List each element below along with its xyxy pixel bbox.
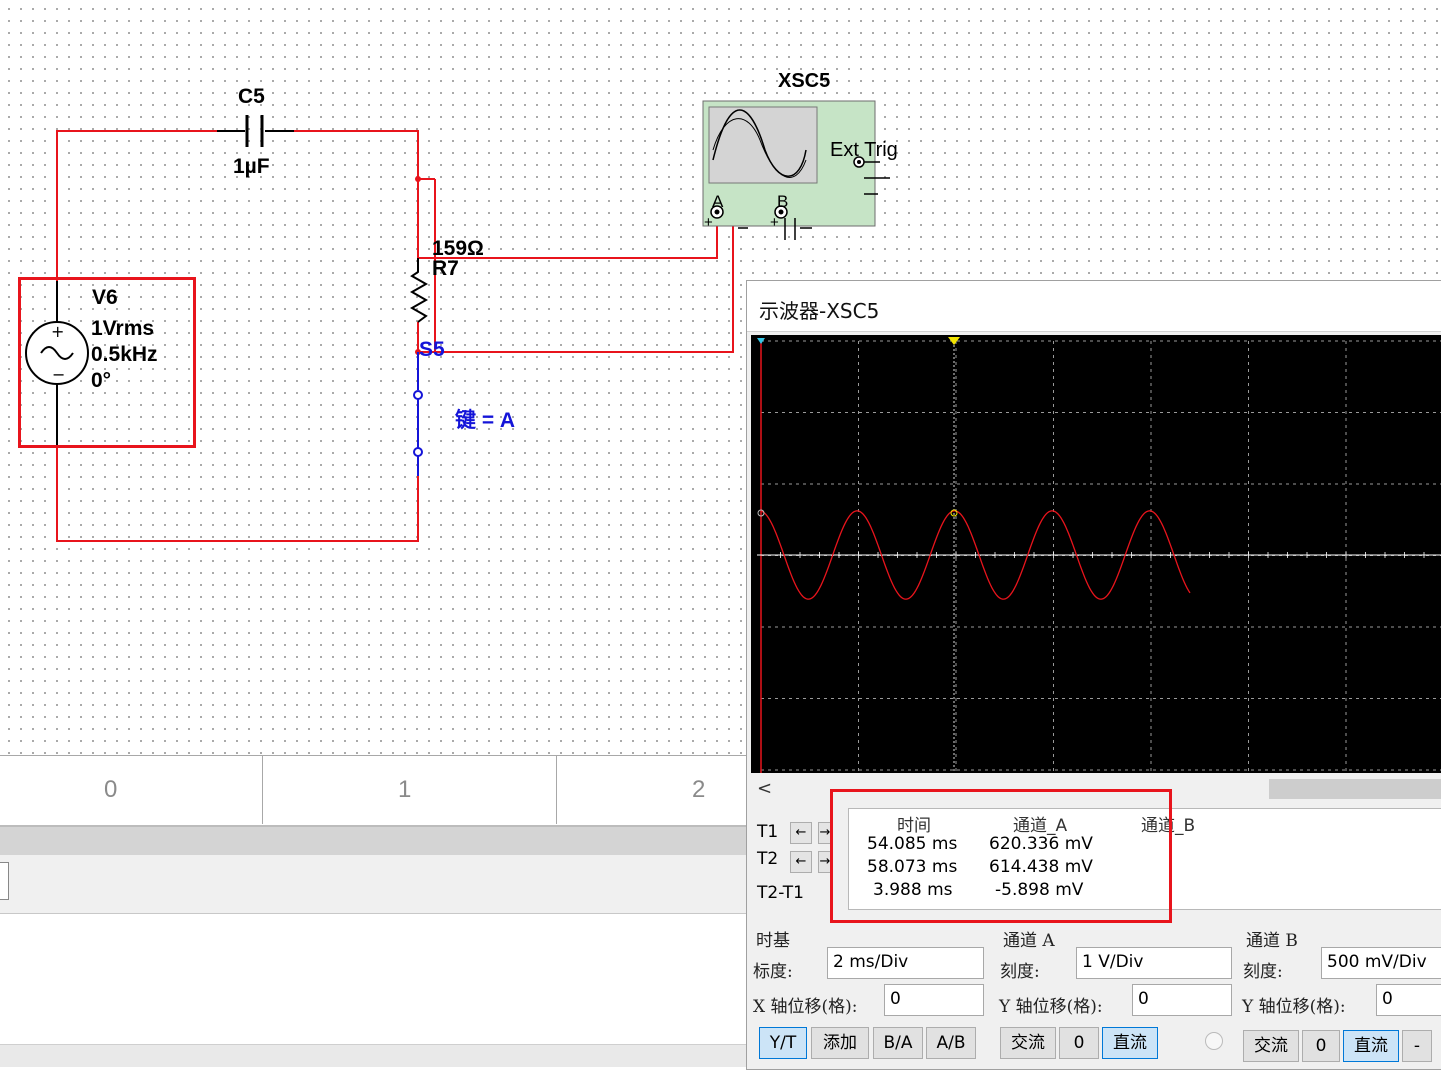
timebase-xpos-label: X 轴位移(格): [753,997,858,1017]
channel-a-title: 通道 A [1003,931,1055,951]
screen-grid [760,340,1441,771]
readout-highlight-box [830,789,1172,923]
scroll-thumb[interactable] [1269,779,1441,799]
channel-b-ypos-label: Y 轴位移(格): [1242,997,1346,1017]
scroll-left-arrow-icon[interactable]: < [757,778,772,799]
cursor-t2-label: T2 [757,849,779,869]
ruler-mark: 1 [398,776,412,803]
channel-b-zero-button[interactable]: 0 [1302,1030,1340,1062]
timebase-scale-label: 标度: [753,962,793,982]
page-ruler: 0 1 2 [0,755,760,826]
channel-a-ypos-field[interactable]: 0 [1132,984,1232,1016]
channel-b-dc-button[interactable]: 直流 [1343,1030,1399,1062]
resistor-ref-label: R7 [432,257,459,280]
capacitor-ref-label: C5 [238,85,265,108]
oscilloscope-display [757,337,1441,773]
wire-bottom [56,446,419,542]
channel-a-scale-label: 刻度: [1000,962,1040,982]
switch-s5-symbol [413,352,423,476]
cursor-diff-label: T2-T1 [757,883,804,903]
yt-mode-button[interactable]: Y/T [759,1027,807,1059]
channel-a-plus-label: + [704,214,713,231]
status-bar [0,1044,760,1067]
channel-a-terminal-label: A [712,192,724,211]
timebase-scale-field[interactable]: 2 ms/Div [827,947,984,979]
t2-left-arrow-icon[interactable]: ← [790,851,812,873]
resistor-r7-symbol [409,258,429,323]
wire-top-left [56,130,217,281]
channel-a-dc-button[interactable]: 直流 [1102,1027,1158,1059]
channel-b-title: 通道 B [1246,931,1298,951]
channel-b-plus-label: + [770,214,779,231]
tab-strip [0,855,760,914]
add-mode-button[interactable]: 添加 [811,1027,869,1059]
cursor-t1-label: T1 [757,822,779,842]
channel-b-scale-field[interactable]: 500 mV/Div [1321,947,1441,979]
oscilloscope-instrument [702,100,890,240]
wire-top-right [294,130,419,258]
ba-mode-button[interactable]: B/A [873,1027,923,1059]
switch-key-label: 键 = A [455,409,516,432]
capacitor-c5-symbol [217,115,294,147]
timebase-xpos-field[interactable]: 0 [884,984,984,1016]
channel-b-scale-label: 刻度: [1243,962,1283,982]
window-titlebar[interactable]: 示波器-XSC5 [747,281,1441,332]
channel-a-scale-field[interactable]: 1 V/Div [1076,947,1232,979]
t1-left-arrow-icon[interactable]: ← [790,822,812,844]
ruler-mark: 0 [104,776,118,803]
ext-trig-label: Ext Trig [830,139,898,161]
capacitor-value-label: 1µF [233,155,270,178]
timebase-title: 时基 [756,931,790,951]
switch-ref-label: S5 [419,338,445,361]
channel-a-ypos-label: Y 轴位移(格): [999,997,1103,1017]
channel-a-zero-button[interactable]: 0 [1059,1027,1099,1059]
channel-a-radio-icon[interactable] [1205,1032,1223,1050]
horizontal-scrollbar[interactable] [0,825,760,857]
ruler-mark: 2 [692,776,706,803]
channel-a-ac-button[interactable]: 交流 [1000,1027,1056,1059]
channel-b-terminal-label: B [777,192,789,211]
tab-stub[interactable] [0,862,9,900]
window-title: 示波器-XSC5 [759,299,880,323]
source-highlight-box [18,277,196,448]
scope-ref-label: XSC5 [778,70,831,92]
oscilloscope-screen [751,335,1441,773]
channel-b-minus-button[interactable]: - [1402,1030,1432,1062]
spreadsheet-area [0,914,760,1044]
channel-b-ac-button[interactable]: 交流 [1243,1030,1299,1062]
resistor-value-label: 159Ω [432,237,484,260]
ab-mode-button[interactable]: A/B [926,1027,976,1059]
channel-b-ypos-field[interactable]: 0 [1376,984,1441,1016]
